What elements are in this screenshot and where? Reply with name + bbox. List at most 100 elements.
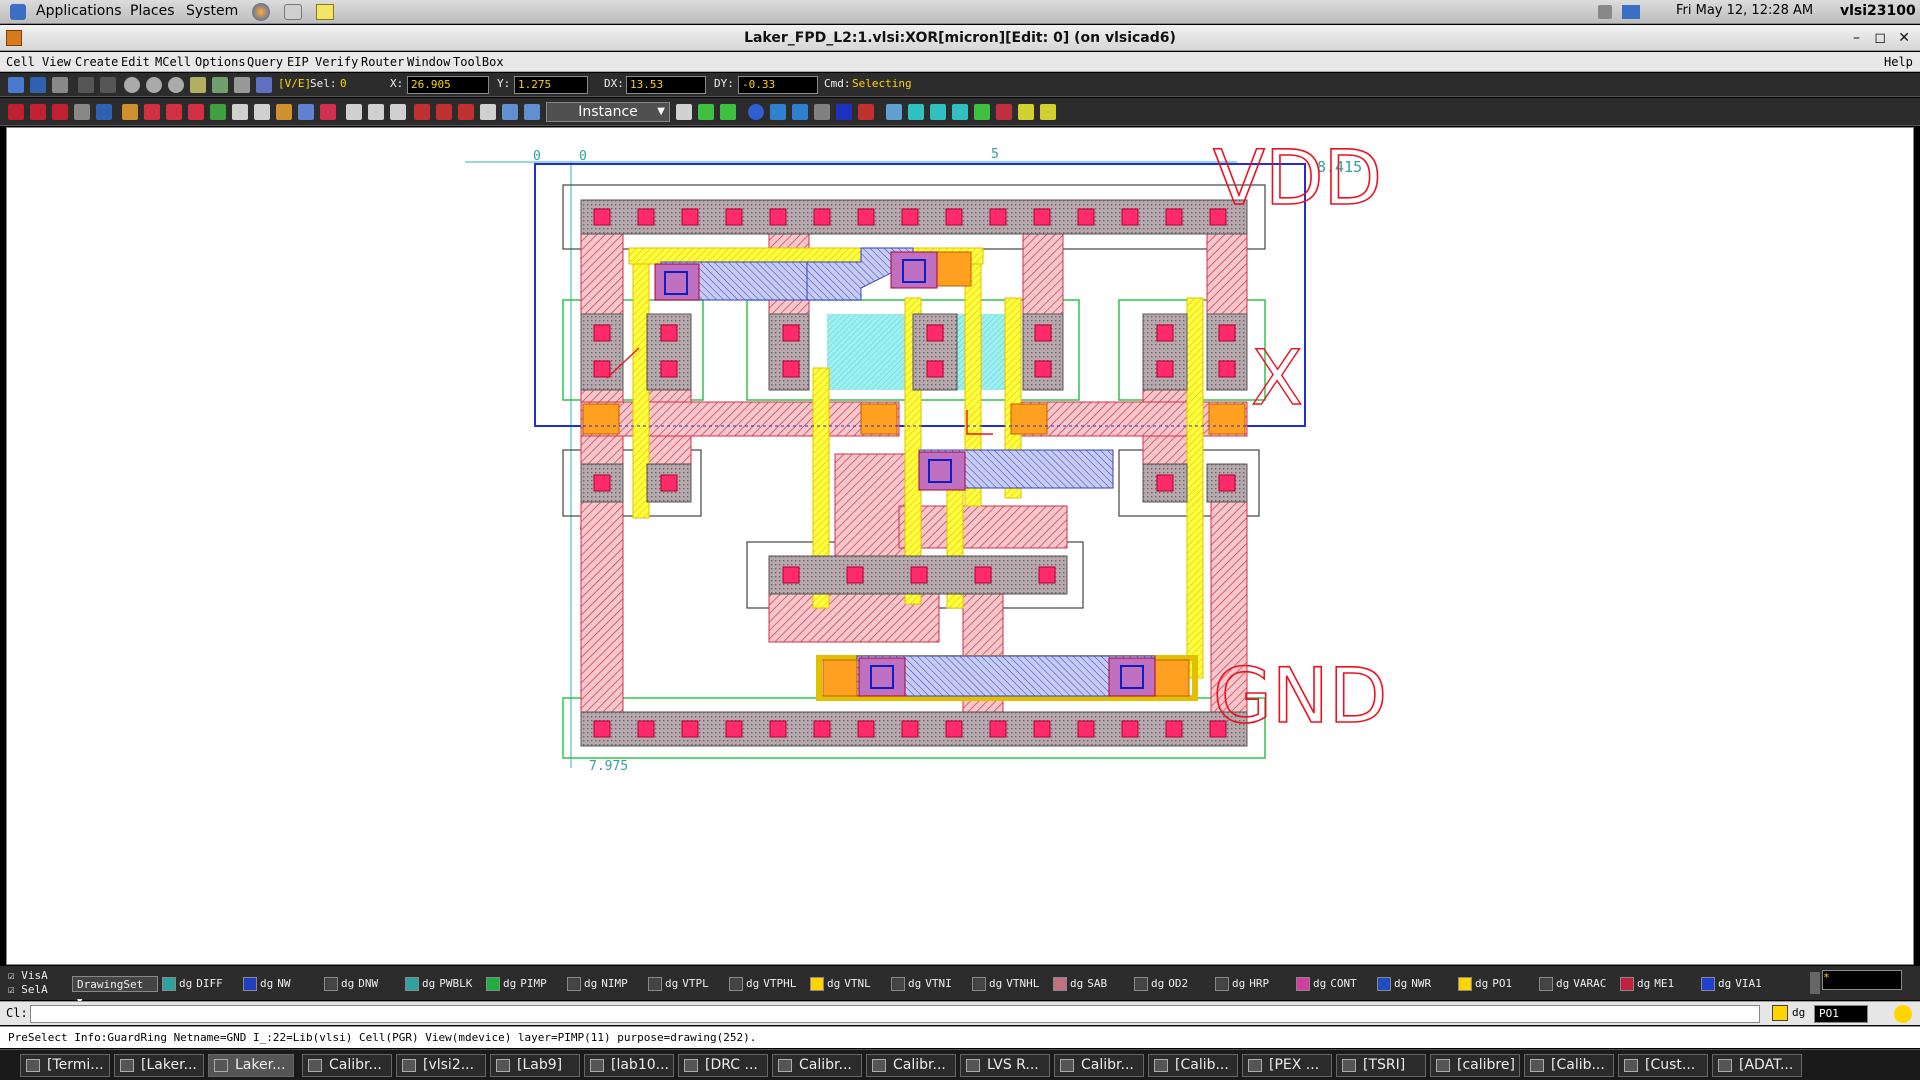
layer-item-vtphl[interactable]: dg VTPHL: [729, 976, 796, 992]
menu-create[interactable]: Create: [75, 52, 118, 72]
select-mode-icon[interactable]: [256, 77, 272, 93]
flatten-icon[interactable]: [276, 104, 292, 120]
layer-item-vtni[interactable]: dg VTNI: [891, 976, 952, 992]
layer-item-diff[interactable]: dg DIFF: [162, 976, 223, 992]
object-type-select[interactable]: Instance ▼: [546, 102, 670, 122]
mail-icon[interactable]: [284, 4, 302, 20]
firefox-icon[interactable]: [252, 3, 270, 21]
array-icon[interactable]: [1040, 104, 1056, 120]
layer-item-od2[interactable]: dg OD2: [1134, 976, 1188, 992]
menu-query[interactable]: Query: [247, 52, 283, 72]
taskbar-item[interactable]: [lab10...: [584, 1054, 674, 1077]
redo-icon[interactable]: [100, 77, 116, 93]
pan-icon[interactable]: [212, 77, 228, 93]
menu-edit[interactable]: Edit: [121, 52, 150, 72]
x-coord-field[interactable]: 26.905: [407, 76, 489, 94]
window-title-bar[interactable]: Laker_FPD_L2:1.vlsi:XOR[micron][Edit: 0]…: [0, 25, 1920, 51]
layer-filter-input[interactable]: *: [1822, 970, 1902, 990]
clock[interactable]: Fri May 12, 12:28 AM: [1676, 3, 1813, 18]
taskbar-item[interactable]: [Lab9]: [490, 1054, 580, 1077]
taskbar-item[interactable]: Calibr...: [302, 1054, 392, 1077]
polygon-icon[interactable]: [30, 104, 46, 120]
app-icon[interactable]: [6, 30, 22, 46]
taskbar-item[interactable]: [Calib...: [1524, 1054, 1614, 1077]
layer-icon[interactable]: [836, 104, 852, 120]
flip-icon[interactable]: [368, 104, 384, 120]
connect-icon[interactable]: [974, 104, 990, 120]
layer-item-me1[interactable]: dg ME1: [1620, 976, 1674, 992]
search-icon[interactable]: [480, 104, 496, 120]
dy-field[interactable]: -0.33: [738, 76, 818, 94]
taskbar-item[interactable]: [PEX ...: [1242, 1054, 1332, 1077]
grid-icon[interactable]: [676, 104, 692, 120]
layer-item-varac[interactable]: dg VARAC: [1539, 976, 1606, 992]
layer-item-nimp[interactable]: dg NIMP: [567, 976, 628, 992]
route-icon[interactable]: [886, 104, 902, 120]
user-name[interactable]: vlsi23100: [1840, 3, 1916, 19]
mirror-icon[interactable]: [390, 104, 406, 120]
maximize-icon[interactable]: ◻: [1874, 25, 1886, 51]
system-menu[interactable]: System: [186, 3, 238, 19]
path-icon[interactable]: [52, 104, 68, 120]
via-icon[interactable]: [952, 104, 968, 120]
menu-help[interactable]: Help: [1884, 52, 1913, 72]
descend-icon[interactable]: [720, 104, 736, 120]
error-icon[interactable]: [858, 104, 874, 120]
marker-icon[interactable]: [814, 104, 830, 120]
taskbar-item[interactable]: [ADAT...: [1712, 1054, 1802, 1077]
rect-icon[interactable]: [8, 104, 24, 120]
new-icon[interactable]: [8, 77, 24, 93]
stretch-icon[interactable]: [166, 104, 182, 120]
guard-icon[interactable]: [996, 104, 1012, 120]
layer-item-sab[interactable]: dg SAB: [1053, 976, 1107, 992]
taskbar-item[interactable]: [TSRI]: [1336, 1054, 1426, 1077]
zoom-box-icon[interactable]: [190, 77, 206, 93]
fill-icon[interactable]: [1018, 104, 1034, 120]
zoom-fit-icon[interactable]: [168, 77, 184, 93]
merge-icon[interactable]: [232, 104, 248, 120]
sela-checkbox[interactable]: ☑ SelA: [8, 982, 48, 998]
taskbar-item[interactable]: [Cust...: [1618, 1054, 1708, 1077]
move-icon[interactable]: [122, 104, 138, 120]
redraw-icon[interactable]: [234, 77, 250, 93]
taskbar-item[interactable]: Calibr...: [1054, 1054, 1144, 1077]
layer-item-cont[interactable]: dg CONT: [1296, 976, 1357, 992]
menu-window[interactable]: Window: [407, 52, 450, 72]
taskbar-item[interactable]: [calibre]: [1430, 1054, 1520, 1077]
taskbar-item[interactable]: [vlsi2...: [396, 1054, 486, 1077]
taskbar-item[interactable]: Calibr...: [772, 1054, 862, 1077]
hierarchy-icon[interactable]: [698, 104, 714, 120]
wire-icon[interactable]: [908, 104, 924, 120]
menu-eip[interactable]: EIP: [287, 52, 309, 72]
taskbar-item[interactable]: Calibr...: [866, 1054, 956, 1077]
volume-icon[interactable]: [1598, 5, 1612, 19]
text-icon[interactable]: [74, 104, 90, 120]
taskbar-item[interactable]: [Termi...: [20, 1054, 110, 1077]
delete-icon[interactable]: [188, 104, 204, 120]
taskbar-item[interactable]: Laker...: [208, 1054, 294, 1077]
taskbar-item[interactable]: [Laker...: [114, 1054, 204, 1077]
layer-item-via1[interactable]: dg VIA1: [1701, 976, 1762, 992]
pex-icon[interactable]: [792, 104, 808, 120]
zoom-in-icon[interactable]: [146, 77, 162, 93]
applications-menu[interactable]: Applications: [36, 3, 122, 19]
split-icon[interactable]: [254, 104, 270, 120]
rotate-icon[interactable]: [346, 104, 362, 120]
layout-drawing[interactable]: 0 0 5 8.415 7.975 5: [7, 128, 1913, 964]
find-icon[interactable]: [502, 104, 518, 120]
layer-item-nw[interactable]: dg NW: [243, 976, 291, 992]
print-icon[interactable]: [52, 77, 68, 93]
places-menu[interactable]: Places: [130, 3, 175, 19]
layer-item-pwblk[interactable]: dg PWBLK: [405, 976, 472, 992]
menu-mcell[interactable]: MCell: [155, 52, 191, 72]
taskbar-item[interactable]: [Calib...: [1148, 1054, 1238, 1077]
menu-router[interactable]: Router: [361, 52, 404, 72]
instance-icon[interactable]: [96, 104, 112, 120]
cut-icon[interactable]: [210, 104, 226, 120]
menu-options[interactable]: Options: [195, 52, 246, 72]
align-icon[interactable]: [298, 104, 314, 120]
notes-icon[interactable]: [316, 4, 334, 20]
lvs-icon[interactable]: [770, 104, 786, 120]
minimize-icon[interactable]: –: [1853, 25, 1860, 51]
crosshair-icon[interactable]: [1894, 1005, 1912, 1023]
